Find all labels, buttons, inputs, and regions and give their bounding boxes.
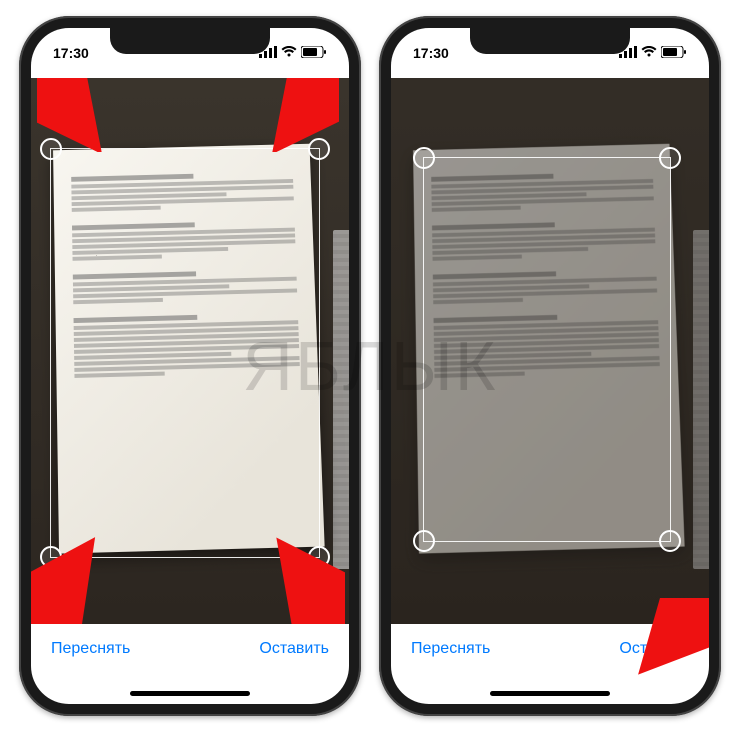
annotation-arrow-tr	[269, 78, 339, 152]
keyboard-edge	[333, 230, 349, 569]
status-time: 17:30	[413, 45, 449, 61]
retake-button[interactable]: Переснять	[411, 640, 490, 658]
screen-left: 17:30	[31, 28, 349, 704]
bottom-toolbar: Переснять Оставить	[31, 624, 349, 704]
keyboard-edge	[693, 230, 709, 569]
crop-handle-top-right[interactable]	[659, 147, 681, 169]
keep-button[interactable]: Оставить	[259, 640, 329, 658]
annotation-arrow-br	[265, 536, 345, 624]
crop-rectangle[interactable]	[423, 157, 671, 542]
crop-rectangle[interactable]	[50, 148, 320, 558]
phone-mockup-left: 17:30	[19, 16, 361, 716]
home-indicator[interactable]	[490, 691, 610, 696]
wifi-icon	[281, 45, 297, 61]
status-time: 17:30	[53, 45, 89, 61]
annotation-arrow-keep	[633, 598, 709, 678]
crop-handle-top-left[interactable]	[413, 147, 435, 169]
scan-viewport[interactable]	[391, 78, 709, 624]
notch	[110, 28, 270, 54]
retake-button[interactable]: Переснять	[51, 640, 130, 658]
annotation-arrow-tl	[37, 78, 107, 152]
crop-handle-bottom-right[interactable]	[659, 530, 681, 552]
scan-viewport[interactable]	[31, 78, 349, 624]
notch	[470, 28, 630, 54]
battery-icon	[661, 45, 687, 61]
annotation-arrow-bl	[31, 536, 111, 624]
battery-icon	[301, 45, 327, 61]
phone-mockup-right: 17:30	[379, 16, 721, 716]
wifi-icon	[641, 45, 657, 61]
screen-right: 17:30	[391, 28, 709, 704]
home-indicator[interactable]	[130, 691, 250, 696]
bottom-toolbar: Переснять Оставить	[391, 624, 709, 704]
crop-handle-bottom-left[interactable]	[413, 530, 435, 552]
